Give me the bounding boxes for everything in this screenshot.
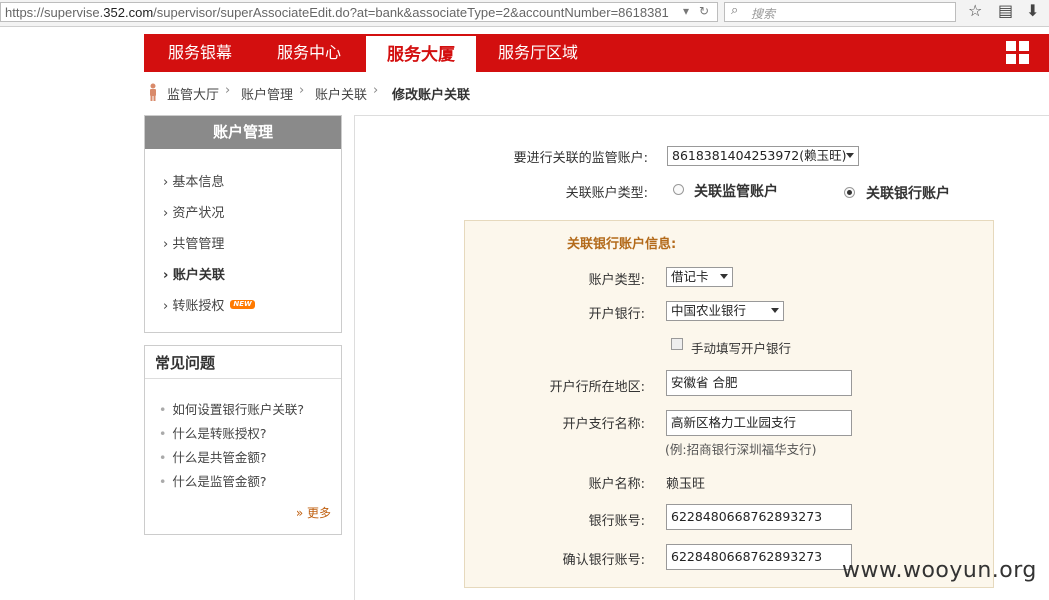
breadcrumb-item-2[interactable]: 账户关联 (315, 84, 367, 103)
bank-label: 开户银行: (588, 307, 645, 322)
bank-info-panel: 关联银行账户信息: 账户类型: 借记卡 开户银行: 中国农业银行 手动填写开户银… (464, 220, 994, 588)
confirm-number-input[interactable]: 6228480668762893273 (666, 544, 852, 570)
bank-number-input[interactable]: 6228480668762893273 (666, 504, 852, 530)
breadcrumb-item-0[interactable]: 监管大厅 (167, 84, 219, 103)
reading-list-icon[interactable]: ▤ (998, 1, 1013, 20)
watermark: www.wooyun.org (842, 558, 1037, 583)
confirm-number-label: 确认银行账号: (562, 553, 645, 568)
search-placeholder: 搜索 (751, 7, 776, 21)
chevron-down-icon (720, 274, 728, 279)
panel-title: 关联银行账户信息: (567, 237, 677, 252)
dropdown-arrow-icon[interactable]: ▾ (683, 4, 689, 18)
radio-bank-account[interactable] (844, 187, 855, 198)
nav-item-2[interactable]: 服务大厦 (366, 36, 476, 74)
bank-select[interactable]: 中国农业银行 (666, 301, 784, 321)
sidebar-item-account-link[interactable]: › 账户关联 (163, 264, 225, 283)
address-bar[interactable]: https://supervise.352.com/supervisor/sup… (0, 2, 718, 22)
account-type-select[interactable]: 借记卡 (666, 267, 733, 287)
bank-number-label: 银行账号: (588, 514, 645, 529)
manual-bank-label[interactable]: 手动填写开户银行 (691, 338, 791, 357)
radio-supervise-label[interactable]: 关联监管账户 (694, 181, 778, 201)
nav-item-1[interactable]: 服务中心 (256, 34, 362, 72)
search-box[interactable]: ⌕ 搜索 (724, 2, 956, 22)
reload-icon[interactable]: ↻ (699, 4, 709, 18)
faq-title: 常见问题 (145, 346, 341, 379)
chevron-right-icon: › (299, 83, 305, 98)
faq-item[interactable]: • 什么是共管金额? (159, 447, 267, 466)
faq-more-link[interactable]: » 更多 (296, 504, 331, 521)
sidebar-item-basic-info[interactable]: › 基本信息 (163, 171, 224, 190)
new-badge: NEW (230, 300, 255, 309)
assoc-type-label: 关联账户类型: (565, 186, 648, 201)
breadcrumb-item-1[interactable]: 账户管理 (241, 84, 293, 103)
search-icon: ⌕ (731, 3, 739, 18)
supervise-account-select[interactable]: 8618381404253972(赖玉旺) (667, 146, 859, 166)
account-name-label: 账户名称: (588, 477, 645, 492)
sidebar-account-menu: 账户管理 › 基本信息 › 资产状况 › 共管管理 › 账户关联 › 转账授权 N… (144, 115, 342, 333)
url-text[interactable]: https://supervise.352.com/supervisor/sup… (5, 5, 681, 20)
manual-bank-checkbox[interactable] (671, 338, 683, 350)
branch-hint: (例:招商银行深圳福华支行) (665, 442, 817, 457)
radio-bank-label[interactable]: 关联银行账户 (866, 183, 950, 203)
faq-item[interactable]: • 如何设置银行账户关联? (159, 399, 304, 418)
region-input[interactable]: 安徽省 合肥 (666, 370, 852, 396)
faq-item[interactable]: • 什么是转账授权? (159, 423, 267, 442)
grid-menu-icon[interactable] (1006, 41, 1030, 65)
chevron-down-icon (771, 308, 779, 313)
branch-label: 开户支行名称: (562, 417, 645, 432)
double-chevron-icon: » (295, 506, 304, 520)
download-icon[interactable]: ⬇ (1026, 1, 1039, 20)
chevron-right-icon: › (373, 83, 379, 98)
account-type-label: 账户类型: (588, 273, 645, 288)
breadcrumb-current: 修改账户关联 (392, 88, 471, 103)
region-label: 开户行所在地区: (549, 380, 645, 395)
sidebar-item-assets[interactable]: › 资产状况 (163, 202, 224, 221)
faq-box: 常见问题 • 如何设置银行账户关联? • 什么是转账授权? • 什么是共管金额? • 什… (144, 345, 342, 535)
sidebar-item-co-manage[interactable]: › 共管管理 (163, 233, 224, 252)
radio-supervise-account[interactable] (673, 184, 684, 195)
nav-item-3[interactable]: 服务厅区域 (478, 34, 598, 72)
person-icon (150, 83, 156, 101)
supervise-account-label: 要进行关联的监管账户: (513, 151, 648, 166)
sidebar-item-transfer-auth[interactable]: › 转账授权 NEW (163, 295, 255, 314)
faq-item[interactable]: • 什么是监管金额? (159, 471, 267, 490)
sidebar-title: 账户管理 (145, 116, 341, 149)
nav-item-0[interactable]: 服务银幕 (144, 34, 256, 72)
bookmark-star-icon[interactable]: ☆ (968, 1, 982, 20)
chevron-right-icon: › (225, 83, 231, 98)
branch-input[interactable]: 高新区格力工业园支行 (666, 410, 852, 436)
browser-toolbar: https://supervise.352.com/supervisor/sup… (0, 0, 1049, 27)
account-name-value: 赖玉旺 (666, 477, 706, 492)
chevron-down-icon (846, 153, 854, 158)
main-nav: 服务银幕 服务中心 服务大厦 服务厅区域 (144, 34, 1049, 74)
